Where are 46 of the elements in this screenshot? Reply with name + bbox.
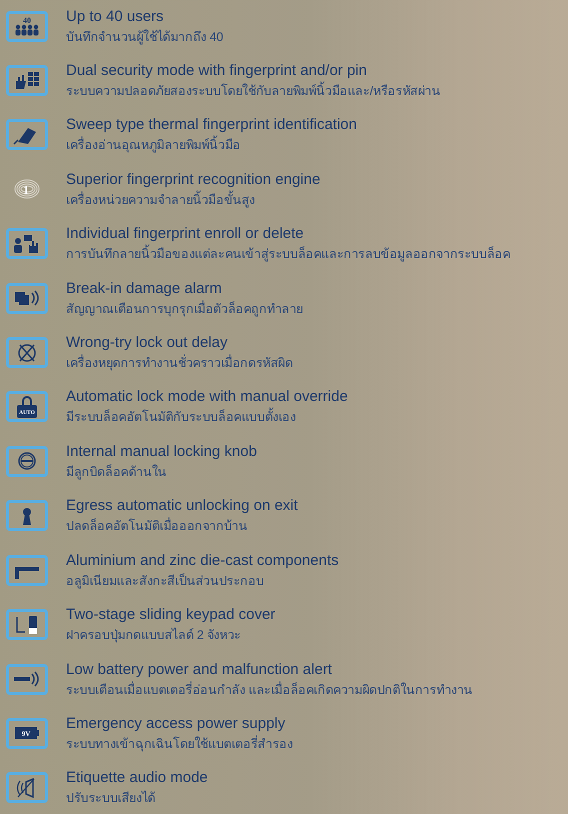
feature-title: Automatic lock mode with manual override: [66, 388, 348, 406]
feature-title: Break-in damage alarm: [66, 280, 223, 298]
feature-description: สัญญาณเตือนการบุกรุกเมื่อตัวล็อคถูกทำลาย: [66, 300, 304, 317]
feature-title: Emergency access power supply: [66, 714, 286, 733]
feature-description: มีระบบล็อคอัตโนมัติกับระบบล็อคแบบตั้งเอง: [66, 409, 348, 426]
feature-description: เครื่องอ่านอุณหภูมิลายพิมพ์นิ้วมือ: [66, 137, 357, 154]
knob-icon: [6, 446, 48, 477]
feature-description: ปลดล็อคอัตโนมัติเมื่อออกจากบ้าน: [66, 518, 248, 534]
people-drawing: [16, 24, 38, 36]
sliding-cover-icon: [6, 609, 48, 640]
feature-title: Egress automatic unlocking on exit: [66, 497, 298, 516]
signal-icon: [6, 664, 48, 695]
person-hand-icon: [6, 228, 48, 260]
feature-title: Etiquette audio mode: [66, 769, 208, 788]
feature-title: Aluminium and zinc die-cast components: [66, 552, 339, 570]
feature-title: Superior fingerprint recognition engine: [66, 170, 320, 189]
speaker-muted-icon: [6, 772, 48, 804]
feature-description: ระบบเตือนเมื่อแบตเตอรี่อ่อนกำลัง และเมื่อล็อคเกิดความผิดปกติในการทำงาน: [66, 682, 472, 698]
feature-title: Dual security mode with fingerprint and/or pin: [66, 62, 368, 80]
feature-description: มีลูกบิดล็อคด้านใน: [66, 464, 168, 480]
finger-swipe-icon: [6, 119, 48, 150]
alarm-icon: [6, 282, 48, 314]
feature-description: ระบบความปลอดภัยสองระบบโดยใช้กับลายพิมพ์นิ้วมือและ/หรือรหัสผ่าน: [66, 82, 440, 99]
icon-label: 40: [23, 16, 31, 25]
hand-keypad-icon: [6, 64, 48, 96]
feature-description: บันทึกจำนวนผู้ใช้ได้มากถึง 40: [66, 28, 224, 44]
padlock-drawing: [17, 396, 37, 418]
feature-description: เครื่องหน่วยความจำลายนิ้วมือขั้นสูง: [66, 192, 256, 208]
fingerprint-drawing: [14, 180, 40, 199]
feature-description: ระบบทางเข้าฉุกเฉินโดยใช้แบตเตอรี่สำรอง: [66, 736, 293, 752]
battery-drawing: [15, 727, 39, 740]
icon-label: 1: [23, 183, 29, 198]
feature-title: Two-stage sliding keypad cover: [66, 606, 276, 624]
feature-title: Wrong-try lock out delay: [66, 334, 228, 352]
feature-title: Individual fingerprint enroll or delete: [66, 225, 305, 244]
door-handle-icon: [6, 554, 48, 586]
feature-title: Up to 40 users: [66, 8, 165, 26]
feature-description: อลูมิเนียมและสังกะสีเป็นส่วนประกอบ: [66, 572, 265, 589]
feature-description: เครื่องหยุดการทำงานชั่วคราวเมื่อกดรหัสผิด: [66, 355, 293, 372]
feature-title: Sweep type thermal fingerprint identification: [66, 116, 357, 134]
keyhole-icon: [6, 500, 48, 532]
feature-title: Internal manual locking knob: [66, 442, 257, 461]
feature-description: ฝาครอบปุ่มกดแบบสไลด์ 2 จังหวะ: [66, 627, 242, 644]
feature-description: การบันทึกลายนิ้วมือของแต่ละคนเข้าสู่ระบบล็อคและการลบข้อมูลออกจากระบบล็อค: [66, 246, 510, 262]
feature-description: ปรับระบบเสียงได้: [66, 790, 156, 806]
feature-title: Low battery power and malfunction alert: [66, 660, 333, 679]
